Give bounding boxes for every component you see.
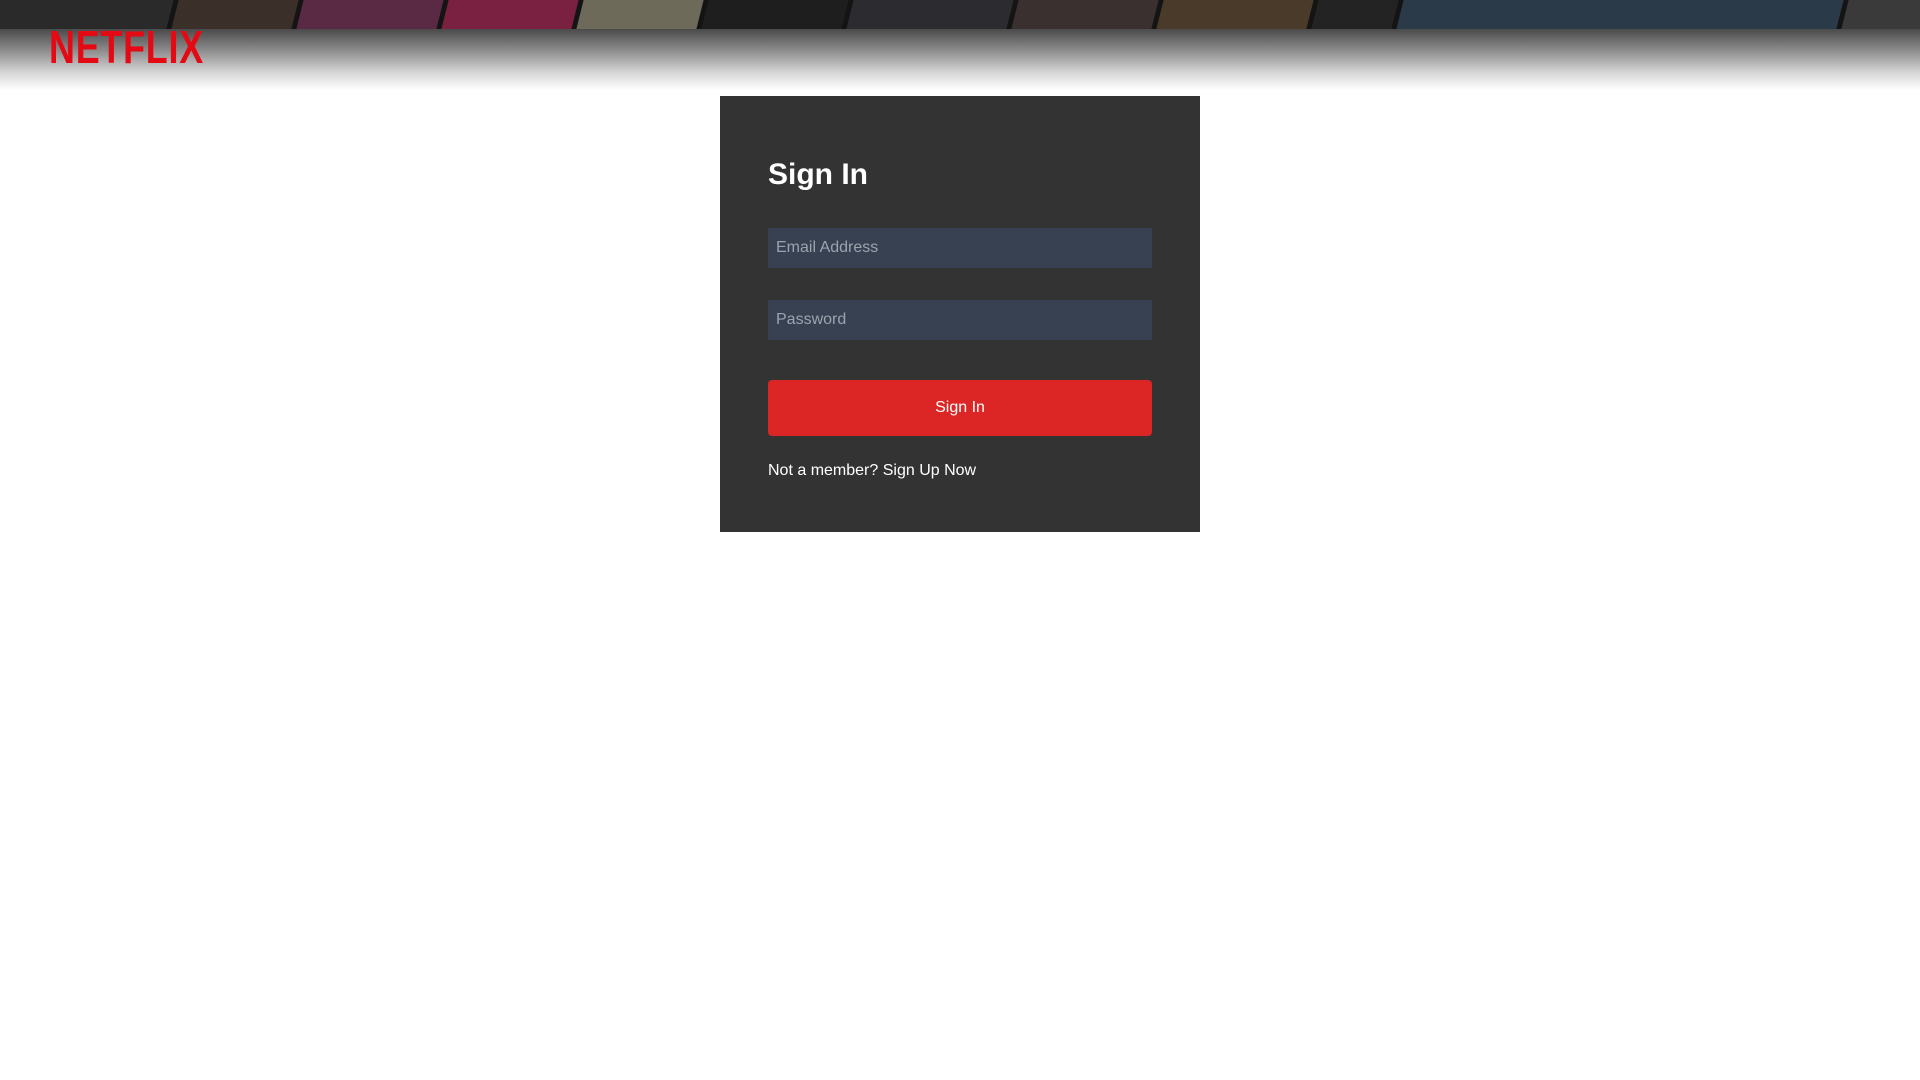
sign-in-title: Sign In [768,158,868,191]
signup-prompt: Not a member? Sign Up Now [768,462,976,480]
poster-tile [846,0,1014,29]
poster-tile [1156,0,1314,29]
poster-tile [1396,0,1844,29]
header-banner: NETFLIX [0,0,1920,90]
netflix-logo[interactable]: NETFLIX [49,24,204,70]
poster-strip [0,0,1920,29]
poster-tile [576,0,704,29]
poster-tile [701,0,849,29]
sign-up-link[interactable]: Sign Up Now [883,462,976,479]
signup-prompt-text: Not a member? [768,462,879,479]
password-field[interactable] [768,300,1152,340]
poster-tile [1011,0,1159,29]
poster-tile [1311,0,1399,29]
poster-tile [296,0,444,29]
sign-in-card: Sign In Sign In Not a member? Sign Up No… [720,96,1200,532]
email-field[interactable] [768,228,1152,268]
poster-tile [1841,0,1920,29]
poster-tile [441,0,579,29]
sign-in-button[interactable]: Sign In [768,380,1152,436]
